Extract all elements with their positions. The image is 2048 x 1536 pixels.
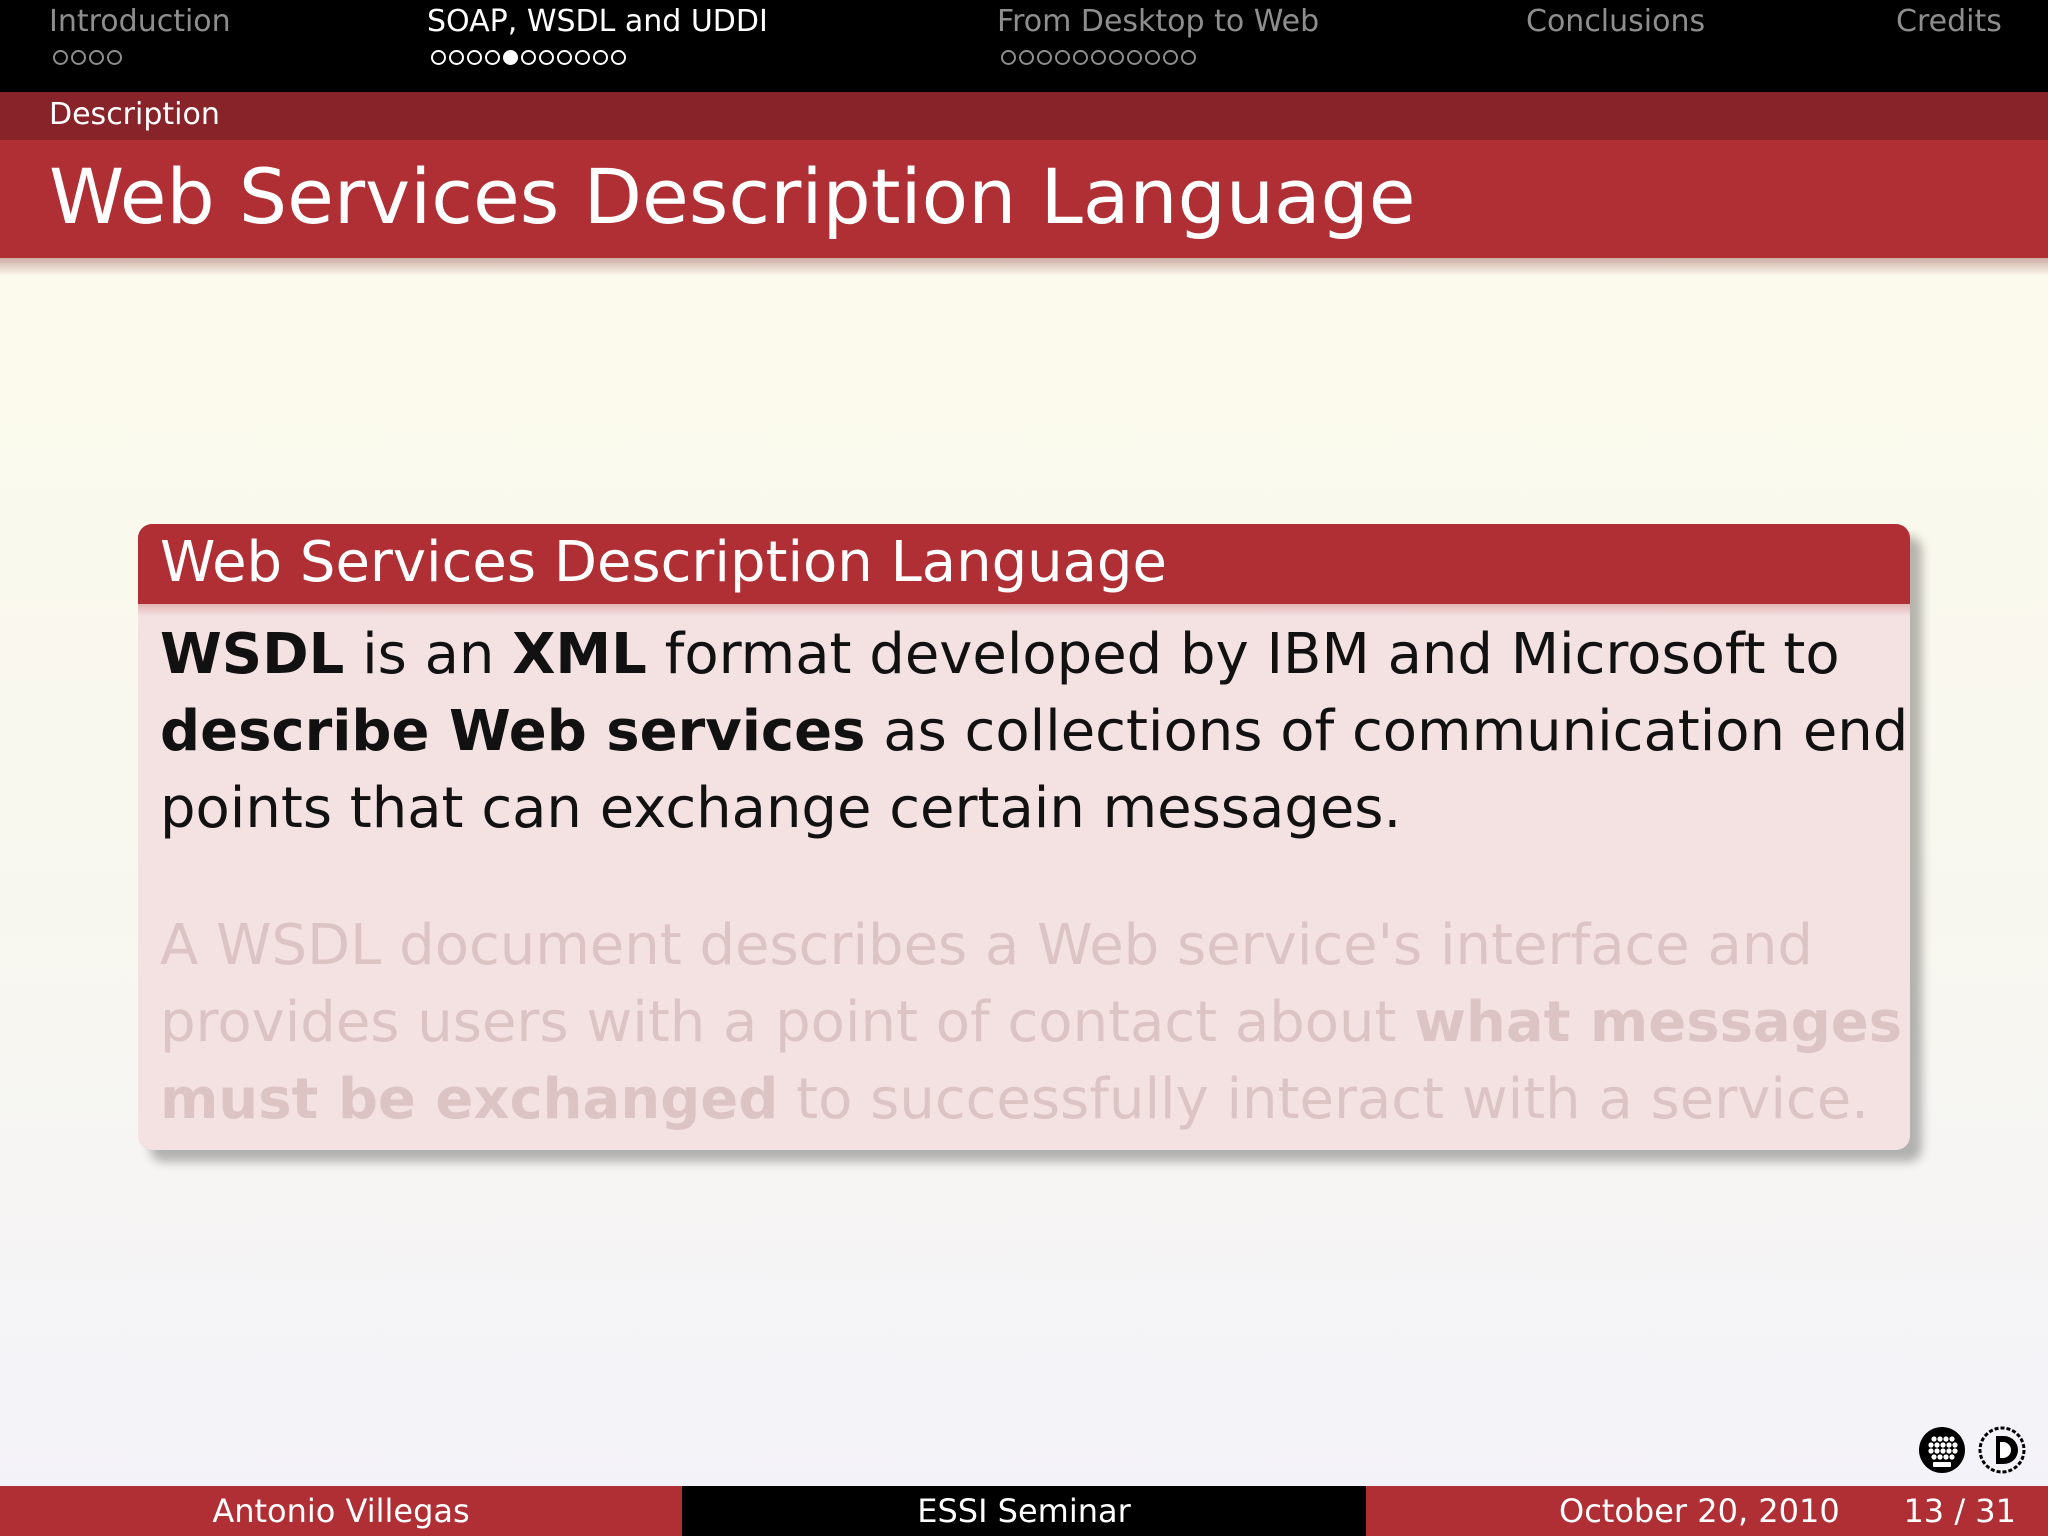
bold-text: must be exchanged: [160, 1067, 779, 1132]
bold-text: XML: [512, 622, 647, 687]
slide-dot[interactable]: [89, 50, 104, 65]
slide-dot[interactable]: [1163, 50, 1178, 65]
block-header: Web Services Description Language: [138, 524, 1910, 604]
subsection-bar: Description: [0, 92, 2048, 140]
footer-author: Antonio Villegas: [0, 1486, 682, 1536]
bold-text: describe Web services: [160, 699, 866, 764]
slide-dot[interactable]: [485, 50, 500, 65]
slide-dot[interactable]: [1109, 50, 1124, 65]
nav-section-title[interactable]: Credits: [1896, 4, 2002, 39]
slide-dot[interactable]: [1019, 50, 1034, 65]
slide-dot[interactable]: [575, 50, 590, 65]
slide-dot[interactable]: [1073, 50, 1088, 65]
body-text: A WSDL document describes a Web service'…: [160, 913, 1813, 978]
block-paragraph-upcoming: A WSDL document describes a Web service'…: [160, 907, 1902, 1138]
slide-dot[interactable]: [521, 50, 536, 65]
nav-section-title[interactable]: Conclusions: [1526, 4, 1705, 39]
definition-block: Web Services Description Language WSDL i…: [138, 524, 1910, 1150]
slide-dot[interactable]: [1181, 50, 1196, 65]
paragraph-line: WSDL is an XML format developed by IBM a…: [160, 616, 1880, 693]
body-text: to successfully interact with a service.: [778, 1067, 1869, 1132]
nav-section-title[interactable]: SOAP, WSDL and UDDI: [427, 4, 768, 39]
slide-dot[interactable]: [1145, 50, 1160, 65]
slide-dot-current[interactable]: [503, 50, 518, 65]
slide-dot[interactable]: [1037, 50, 1052, 65]
slide-dot[interactable]: [449, 50, 464, 65]
frame-title-shadow: [0, 258, 2048, 276]
slide-dot[interactable]: [71, 50, 86, 65]
slide-dot[interactable]: [1091, 50, 1106, 65]
footer-date-page: October 20, 2010 13 / 31: [1366, 1486, 2048, 1536]
block-header-shade: [138, 604, 1910, 616]
slide-dot[interactable]: [539, 50, 554, 65]
body-text: provides users with a point of contact a…: [160, 990, 1415, 1055]
paragraph-line: must be exchanged to successfully intera…: [160, 1061, 1880, 1138]
slide-dot[interactable]: [1001, 50, 1016, 65]
paragraph-line: describe Web services as collections of …: [160, 693, 1908, 770]
body-text: format developed by IBM and Microsoft to: [646, 622, 1840, 687]
slide-dot[interactable]: [1055, 50, 1070, 65]
section-navigation-bar: Introduction SOAP, WSDL and UDDI From De…: [0, 0, 2048, 92]
block-paragraph-current: WSDL is an XML format developed by IBM a…: [160, 616, 1908, 847]
slide-dot[interactable]: [53, 50, 68, 65]
nav-slide-dots: [53, 50, 122, 70]
frame-title-bar: Web Services Description Language: [0, 140, 2048, 258]
paragraph-line: points that can exchange certain message…: [160, 770, 1880, 847]
bold-text: what messages: [1414, 990, 1903, 1055]
bold-text: WSDL: [160, 622, 345, 687]
slide-dot[interactable]: [467, 50, 482, 65]
slide-dot[interactable]: [1127, 50, 1142, 65]
slide-dot[interactable]: [107, 50, 122, 65]
nav-section-title[interactable]: From Desktop to Web: [997, 4, 1319, 39]
block-title: Web Services Description Language: [160, 530, 1167, 595]
page-title: Web Services Description Language: [49, 152, 1416, 241]
footer-date: October 20, 2010: [1559, 1492, 1840, 1530]
body-text: as collections of communication end: [865, 699, 1909, 764]
doctorate-logo-icon: [1978, 1426, 2026, 1474]
slide-dot[interactable]: [431, 50, 446, 65]
slide-dot[interactable]: [557, 50, 572, 65]
upc-logo-icon: [1919, 1427, 1965, 1473]
subsection-title[interactable]: Description: [49, 97, 220, 132]
slide-dot[interactable]: [611, 50, 626, 65]
nav-section-title[interactable]: Introduction: [49, 4, 231, 39]
slide-dot[interactable]: [593, 50, 608, 65]
footer-bar: Antonio Villegas ESSI Seminar October 20…: [0, 1486, 2048, 1536]
body-text: points that can exchange certain message…: [160, 776, 1402, 841]
paragraph-line: provides users with a point of contact a…: [160, 984, 1902, 1061]
body-text: is an: [344, 622, 513, 687]
footer-event: ESSI Seminar: [682, 1486, 1366, 1536]
paragraph-line: A WSDL document describes a Web service'…: [160, 907, 1880, 984]
footer-page-number: 13 / 31: [1903, 1492, 2016, 1530]
nav-slide-dots: [1001, 50, 1196, 70]
nav-slide-dots: [431, 50, 626, 70]
